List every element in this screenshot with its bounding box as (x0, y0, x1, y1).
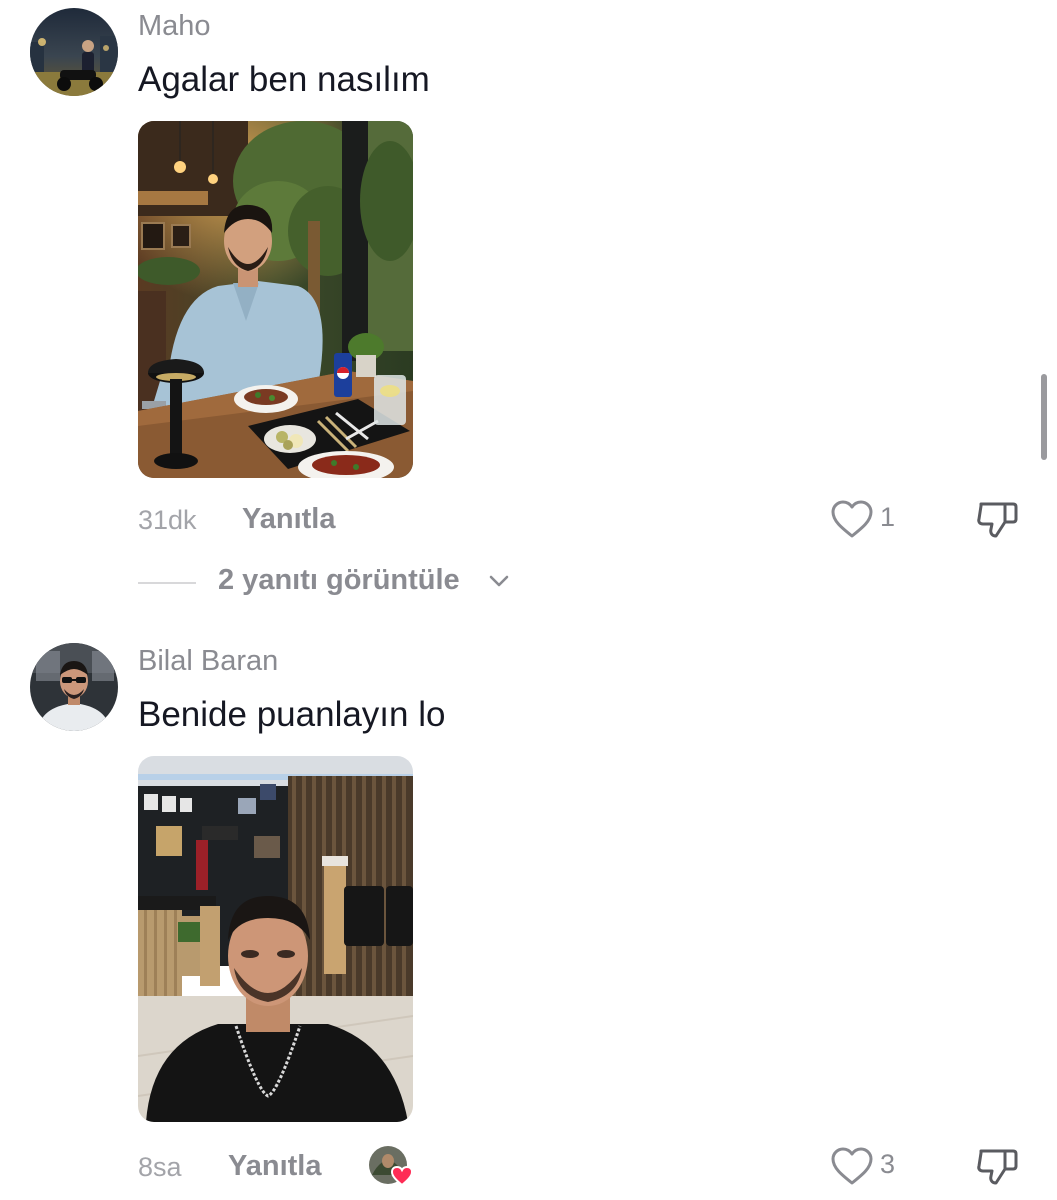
like-button[interactable]: 1 (830, 498, 910, 542)
comment-text: Agalar ben nasılım (138, 60, 430, 99)
comment-photo[interactable] (138, 756, 413, 1122)
dislike-button[interactable] (975, 1145, 1019, 1189)
comment-item: Maho Agalar ben nasılım 31dk Yanıtla 1 2… (0, 0, 1057, 610)
comment-username[interactable]: Bilal Baran (138, 645, 278, 678)
comment-timestamp: 8sa (138, 1152, 182, 1182)
heart-outline-icon (831, 1147, 873, 1185)
comment-text: Benide puanlayın lo (138, 695, 446, 734)
dislike-button[interactable] (975, 498, 1019, 542)
like-button[interactable]: 3 (830, 1145, 910, 1189)
reply-button[interactable]: Yanıtla (242, 503, 336, 536)
avatar[interactable] (30, 8, 118, 96)
like-count: 3 (880, 1149, 896, 1179)
avatar[interactable] (30, 643, 118, 731)
creator-liked-badge (368, 1145, 416, 1189)
reply-button[interactable]: Yanıtla (228, 1150, 322, 1183)
thumbs-down-icon (977, 1149, 1018, 1185)
view-replies-button[interactable]: 2 yanıtı görüntüle (138, 562, 528, 602)
thumbs-down-icon (977, 502, 1018, 538)
chevron-down-icon (489, 575, 509, 587)
comment-username[interactable]: Maho (138, 10, 211, 43)
replies-divider (138, 582, 196, 584)
comment-timestamp: 31dk (138, 505, 197, 535)
like-count: 1 (880, 502, 896, 532)
scrollbar[interactable] (1041, 374, 1047, 460)
heart-outline-icon (831, 500, 873, 538)
comment-photo[interactable] (138, 121, 413, 478)
red-heart-badge-icon (369, 1146, 414, 1187)
comment-item: Bilal Baran Benide puanlayın lo 8sa Yanı… (0, 635, 1057, 1200)
view-replies-label: 2 yanıtı görüntüle (218, 564, 460, 596)
